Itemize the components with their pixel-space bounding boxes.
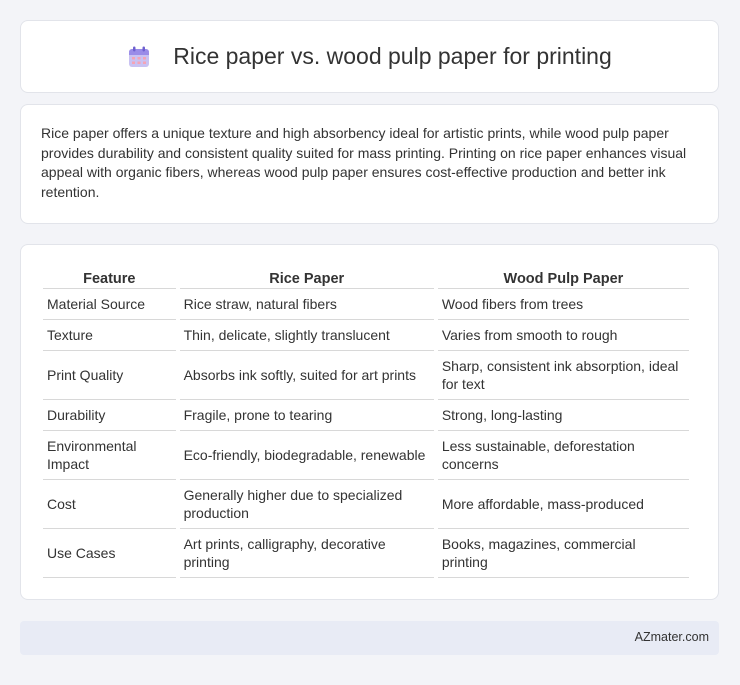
feature-cell: Environmental Impact [43,431,176,480]
rice-paper-cell: Thin, delicate, slightly translucent [179,320,434,351]
header-feature: Feature [43,263,176,289]
wood-pulp-cell: Strong, long-lasting [437,400,689,431]
rice-paper-cell: Rice straw, natural fibers [179,289,434,320]
rice-paper-cell: Generally higher due to specialized prod… [179,480,434,529]
comparison-table-card: Feature Rice Paper Wood Pulp Paper Mater… [20,244,719,600]
rice-paper-cell: Art prints, calligraphy, decorative prin… [179,529,434,578]
table-row: Cost Generally higher due to specialized… [43,480,689,529]
table-header-row: Feature Rice Paper Wood Pulp Paper [43,263,689,289]
footer: AZmater.com [20,621,719,655]
footer-brand[interactable]: AZmater.com [635,630,709,644]
feature-cell: Durability [43,400,176,431]
table-row: Use Cases Art prints, calligraphy, decor… [43,529,689,578]
page-title: Rice paper vs. wood pulp paper for print… [173,43,612,69]
wood-pulp-cell: More affordable, mass-produced [437,480,689,529]
wood-pulp-cell: Wood fibers from trees [437,289,689,320]
rice-paper-cell: Fragile, prone to tearing [179,400,434,431]
summary-card: Rice paper offers a unique texture and h… [20,104,719,224]
feature-cell: Cost [43,480,176,529]
table-row: Material Source Rice straw, natural fibe… [43,289,689,320]
comparison-table: Feature Rice Paper Wood Pulp Paper Mater… [39,263,693,578]
feature-cell: Print Quality [43,351,176,400]
summary-text: Rice paper offers a unique texture and h… [41,125,687,200]
table-row: Environmental Impact Eco-friendly, biode… [43,431,689,480]
wood-pulp-cell: Sharp, consistent ink absorption, ideal … [437,351,689,400]
table-row: Durability Fragile, prone to tearing Str… [43,400,689,431]
feature-cell: Material Source [43,289,176,320]
feature-cell: Use Cases [43,529,176,578]
rice-paper-cell: Eco-friendly, biodegradable, renewable [179,431,434,480]
header-rice-paper: Rice Paper [179,263,434,289]
table-row: Texture Thin, delicate, slightly translu… [43,320,689,351]
table-row: Print Quality Absorbs ink softly, suited… [43,351,689,400]
wood-pulp-cell: Books, magazines, commercial printing [437,529,689,578]
feature-cell: Texture [43,320,176,351]
wood-pulp-cell: Varies from smooth to rough [437,320,689,351]
title-card: Rice paper vs. wood pulp paper for print… [20,20,719,93]
calendar-icon [127,45,151,69]
rice-paper-cell: Absorbs ink softly, suited for art print… [179,351,434,400]
header-wood-pulp-paper: Wood Pulp Paper [437,263,689,289]
wood-pulp-cell: Less sustainable, deforestation concerns [437,431,689,480]
